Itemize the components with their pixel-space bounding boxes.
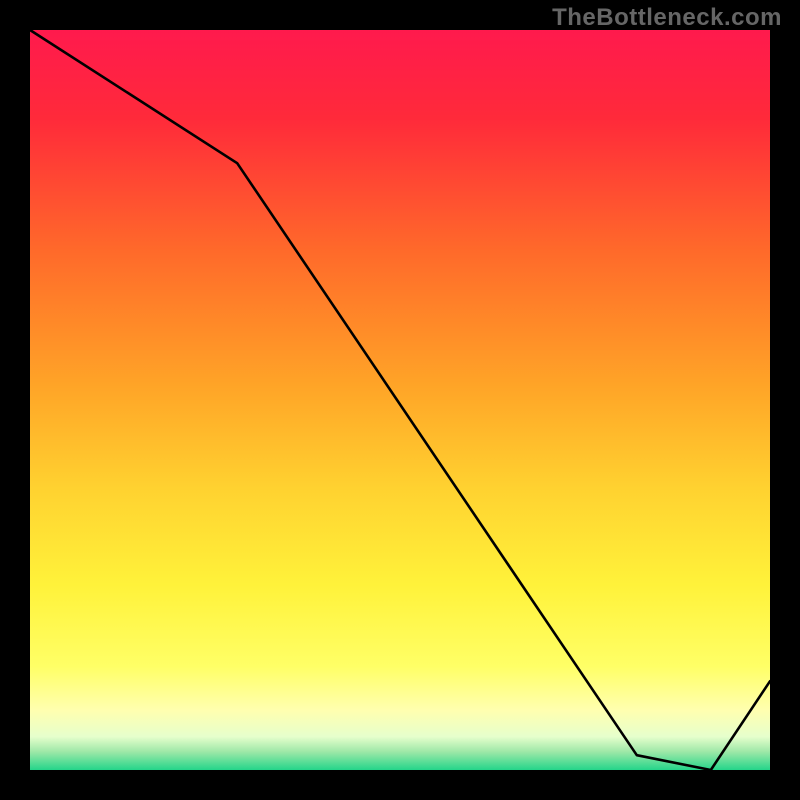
- bottleneck-chart: [0, 0, 800, 800]
- chart-frame: TheBottleneck.com: [0, 0, 800, 800]
- plot-area: [30, 30, 770, 770]
- watermark-text: TheBottleneck.com: [552, 4, 782, 32]
